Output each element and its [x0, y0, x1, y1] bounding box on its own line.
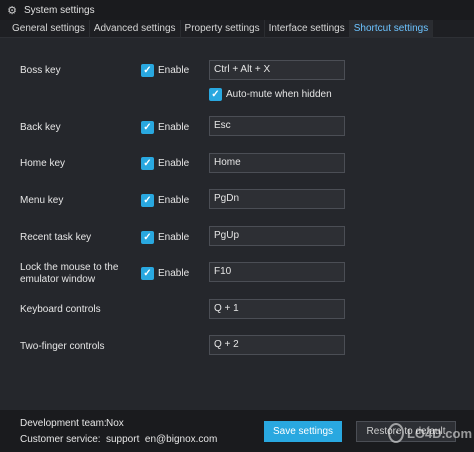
restore-default-button[interactable]: Restore to default	[356, 421, 456, 442]
recent-task-key-shortcut-field[interactable]: PgUp	[209, 226, 345, 246]
customer-service-label: Customer service:	[20, 434, 101, 445]
two-finger-controls-label: Two-finger controls	[20, 341, 105, 352]
dev-team-value: Nox	[106, 418, 124, 429]
recent-task-key-label: Recent task key	[20, 232, 92, 243]
menu-key-shortcut-field[interactable]: PgDn	[209, 189, 345, 209]
lock-mouse-label-line1: Lock the mouse to the	[20, 262, 119, 273]
home-key-enable-label: Enable	[158, 158, 190, 169]
lock-mouse-enable-checkbox[interactable]: ✓	[141, 267, 154, 280]
menu-key-enable-checkbox[interactable]: ✓	[141, 194, 154, 207]
home-key-shortcut-field[interactable]: Home	[209, 153, 345, 173]
lock-mouse-label: Lock the mouse to the emulator window	[20, 262, 118, 286]
footer: Development team: Nox Customer service: …	[0, 410, 474, 452]
title-bar: ⚙ System settings	[0, 0, 474, 20]
recent-task-key-enable-checkbox[interactable]: ✓	[141, 231, 154, 244]
auto-mute-label: Auto-mute when hidden	[226, 89, 332, 100]
lock-mouse-label-line2: emulator window	[20, 274, 96, 285]
keyboard-controls-label: Keyboard controls	[20, 304, 101, 315]
tab-interface-settings[interactable]: Interface settings	[265, 20, 350, 38]
auto-mute-checkbox[interactable]: ✓	[209, 88, 222, 101]
save-settings-button[interactable]: Save settings	[264, 421, 342, 442]
boss-key-shortcut-field[interactable]: Ctrl + Alt + X	[209, 60, 345, 80]
recent-task-key-enable-label: Enable	[158, 232, 190, 243]
gear-icon: ⚙	[7, 4, 17, 17]
back-key-label: Back key	[20, 122, 61, 133]
checkmark-icon: ✓	[143, 195, 152, 206]
home-key-enable-checkbox[interactable]: ✓	[141, 157, 154, 170]
boss-key-enable-checkbox[interactable]: ✓	[141, 64, 154, 77]
home-key-label: Home key	[20, 158, 66, 169]
menu-key-label: Menu key	[20, 195, 64, 206]
tab-general-settings[interactable]: General settings	[0, 20, 90, 38]
menu-key-enable-label: Enable	[158, 195, 190, 206]
boss-key-label: Boss key	[20, 65, 61, 76]
checkmark-icon: ✓	[143, 122, 152, 133]
tab-advanced-settings[interactable]: Advanced settings	[90, 20, 181, 38]
checkmark-icon: ✓	[143, 158, 152, 169]
customer-service-value: support en@bignox.com	[106, 434, 218, 445]
boss-key-enable-label: Enable	[158, 65, 190, 76]
back-key-enable-label: Enable	[158, 122, 190, 133]
dev-team-label: Development team:	[20, 418, 107, 429]
back-key-shortcut-field[interactable]: Esc	[209, 116, 345, 136]
tab-shortcut-settings[interactable]: Shortcut settings	[349, 20, 434, 38]
keyboard-controls-shortcut-field[interactable]: Q + 1	[209, 299, 345, 319]
back-key-enable-checkbox[interactable]: ✓	[141, 121, 154, 134]
window-title: System settings	[24, 4, 95, 16]
lock-mouse-shortcut-field[interactable]: F10	[209, 262, 345, 282]
checkmark-icon: ✓	[143, 232, 152, 243]
checkmark-icon: ✓	[143, 268, 152, 279]
checkmark-icon: ✓	[143, 65, 152, 76]
two-finger-controls-shortcut-field[interactable]: Q + 2	[209, 335, 345, 355]
shortcut-settings-panel: Boss key ✓ Enable Ctrl + Alt + X ✓ Auto-…	[0, 38, 474, 410]
lock-mouse-enable-label: Enable	[158, 268, 190, 279]
tab-property-settings[interactable]: Property settings	[181, 20, 265, 38]
settings-tabs: General settings Advanced settings Prope…	[0, 20, 474, 38]
checkmark-icon: ✓	[211, 89, 220, 100]
